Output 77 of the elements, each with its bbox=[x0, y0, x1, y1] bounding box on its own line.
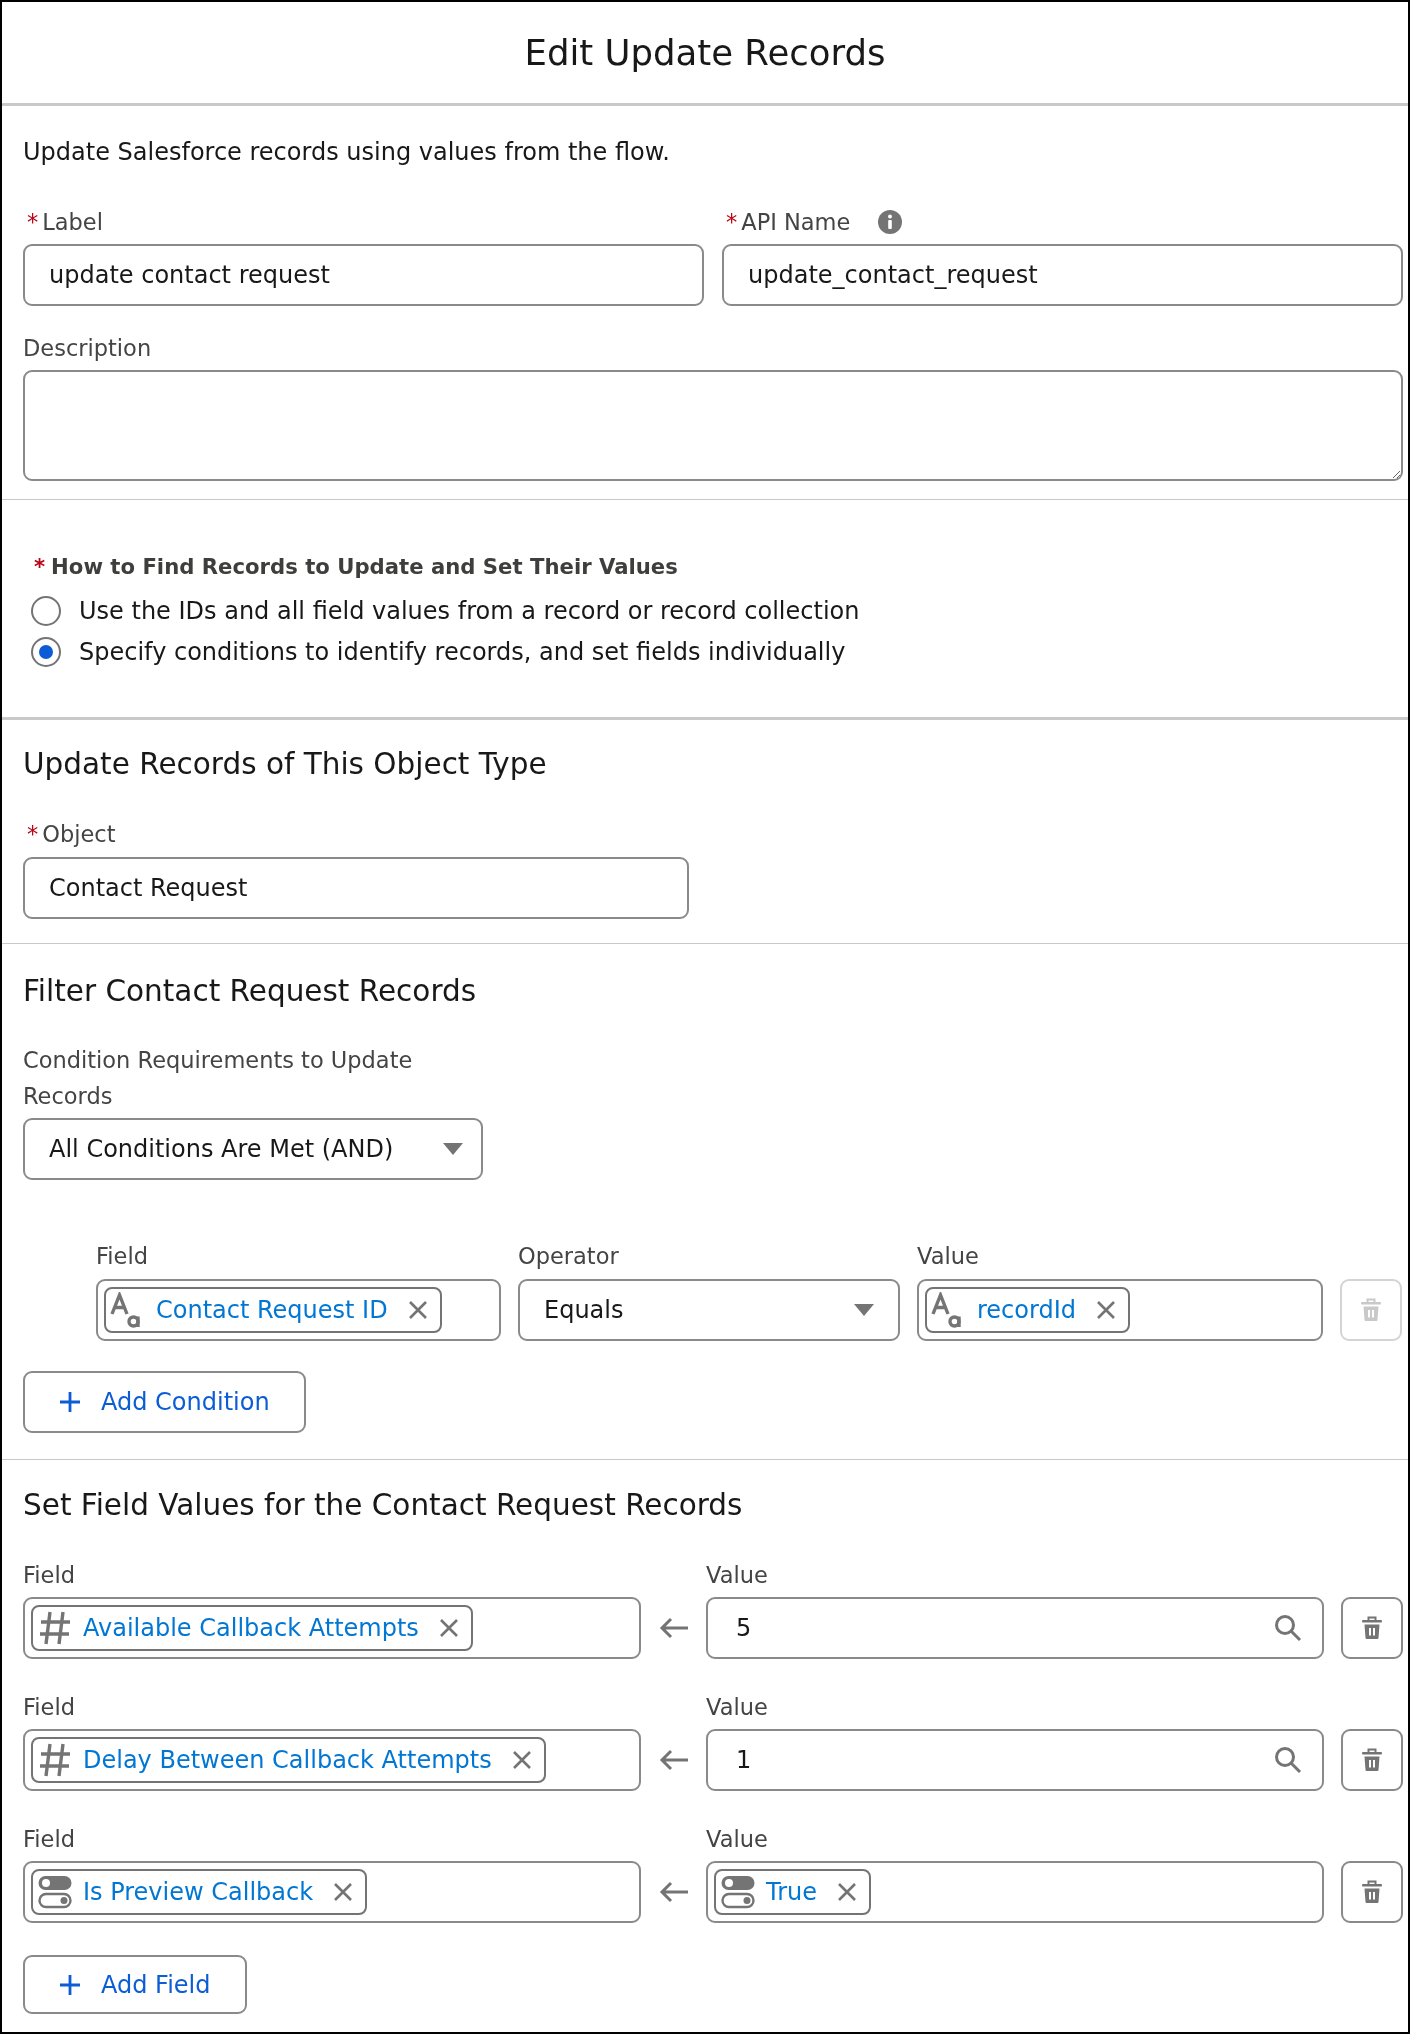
field-label: Field bbox=[23, 1825, 75, 1854]
delete-button[interactable] bbox=[1341, 1861, 1403, 1923]
add-condition-button[interactable]: Add Condition bbox=[23, 1371, 306, 1433]
hash-icon bbox=[37, 1742, 73, 1778]
field-label: Condition Requirements to Update Records bbox=[23, 1046, 414, 1111]
description-field[interactable] bbox=[23, 370, 1403, 481]
value-pill[interactable]: recordId bbox=[925, 1287, 1130, 1333]
section-title: Update Records of This Object Type bbox=[23, 747, 548, 781]
trash-icon bbox=[1361, 1748, 1383, 1772]
required-mark: * bbox=[27, 208, 39, 237]
intro-text: Update Salesforce records using values from the flow. bbox=[23, 137, 671, 167]
field-pill[interactable]: Is Preview Callback bbox=[31, 1869, 368, 1915]
required-mark: * bbox=[27, 820, 39, 849]
condition-requirement-dropdown[interactable]: All Conditions Are Met (AND) bbox=[23, 1118, 483, 1180]
field-label: API Name bbox=[741, 208, 851, 237]
required-mark: * bbox=[726, 208, 738, 237]
remove-icon[interactable] bbox=[837, 1882, 857, 1902]
value-input[interactable]: True bbox=[706, 1861, 1324, 1923]
plus-icon bbox=[59, 1391, 81, 1413]
caret-down-icon bbox=[443, 1143, 463, 1155]
info-icon[interactable] bbox=[878, 210, 903, 234]
toggle-icon bbox=[720, 1874, 756, 1910]
group-label: How to Find Records to Update and Set Their Values bbox=[51, 553, 678, 581]
value-input[interactable]: 5 bbox=[706, 1597, 1324, 1659]
field-pill[interactable]: Delay Between Callback Attempts bbox=[31, 1737, 546, 1783]
field-label: Operator bbox=[518, 1242, 619, 1271]
search-icon bbox=[1274, 1746, 1302, 1774]
remove-icon[interactable] bbox=[511, 1750, 532, 1770]
value-input[interactable]: 1 bbox=[706, 1729, 1324, 1791]
remove-icon[interactable] bbox=[407, 1300, 428, 1320]
delete-button[interactable] bbox=[1341, 1597, 1403, 1659]
radio-label[interactable]: Use the IDs and all field values from a record or record collection bbox=[79, 596, 860, 625]
trash-icon bbox=[1361, 1880, 1383, 1904]
field-label: Value bbox=[917, 1242, 979, 1271]
caret-down-icon bbox=[854, 1304, 874, 1316]
field-label: Field bbox=[23, 1561, 75, 1590]
field-input[interactable]: Available Callback Attempts bbox=[23, 1597, 641, 1659]
arrow-left-icon bbox=[658, 1617, 689, 1639]
toggle-icon bbox=[37, 1874, 73, 1910]
field-label: Field bbox=[96, 1242, 148, 1271]
add-field-button[interactable]: Add Field bbox=[23, 1955, 247, 2014]
field-pill[interactable]: Available Callback Attempts bbox=[31, 1605, 473, 1651]
field-label: Value bbox=[706, 1561, 768, 1590]
search-icon bbox=[1274, 1614, 1302, 1642]
plus-icon bbox=[59, 1973, 81, 1996]
trash-icon bbox=[1360, 1298, 1382, 1322]
field-label: Field bbox=[23, 1693, 75, 1722]
object-input[interactable]: Contact Request bbox=[23, 857, 689, 919]
arrow-left-icon bbox=[658, 1881, 689, 1903]
field-label: Value bbox=[706, 1825, 768, 1854]
field-pill[interactable]: Contact Request ID bbox=[104, 1287, 442, 1333]
field-input[interactable]: Contact Request ID bbox=[96, 1279, 501, 1341]
section-title: Filter Contact Request Records bbox=[23, 974, 478, 1008]
radio-button[interactable] bbox=[31, 636, 61, 667]
field-input[interactable]: Delay Between Callback Attempts bbox=[23, 1729, 641, 1791]
field-input[interactable]: Is Preview Callback bbox=[23, 1861, 641, 1923]
value-pill[interactable]: True bbox=[714, 1869, 871, 1915]
field-label: Value bbox=[706, 1693, 768, 1722]
api-name-input[interactable]: update_contact_request bbox=[722, 244, 1403, 306]
trash-icon bbox=[1361, 1616, 1383, 1640]
field-label: Description bbox=[23, 334, 152, 363]
radio-button[interactable] bbox=[31, 595, 61, 626]
remove-icon[interactable] bbox=[438, 1618, 459, 1638]
radio-label[interactable]: Specify conditions to identify records, and set fields individually bbox=[79, 637, 846, 666]
remove-icon[interactable] bbox=[1096, 1300, 1116, 1320]
arrow-left-icon bbox=[658, 1749, 689, 1771]
field-label: Label bbox=[42, 208, 103, 237]
dialog-title: Edit Update Records bbox=[524, 32, 886, 73]
delete-button[interactable] bbox=[1341, 1729, 1403, 1791]
value-input[interactable]: recordId bbox=[917, 1279, 1323, 1341]
label-input[interactable]: update contact request bbox=[23, 244, 704, 306]
field-label: Object bbox=[42, 820, 116, 849]
required-mark: * bbox=[34, 553, 46, 581]
remove-icon[interactable] bbox=[333, 1882, 354, 1902]
section-title: Set Field Values for the Contact Request Records bbox=[23, 1488, 744, 1522]
operator-dropdown[interactable]: Equals bbox=[518, 1279, 900, 1341]
hash-icon bbox=[37, 1610, 73, 1646]
